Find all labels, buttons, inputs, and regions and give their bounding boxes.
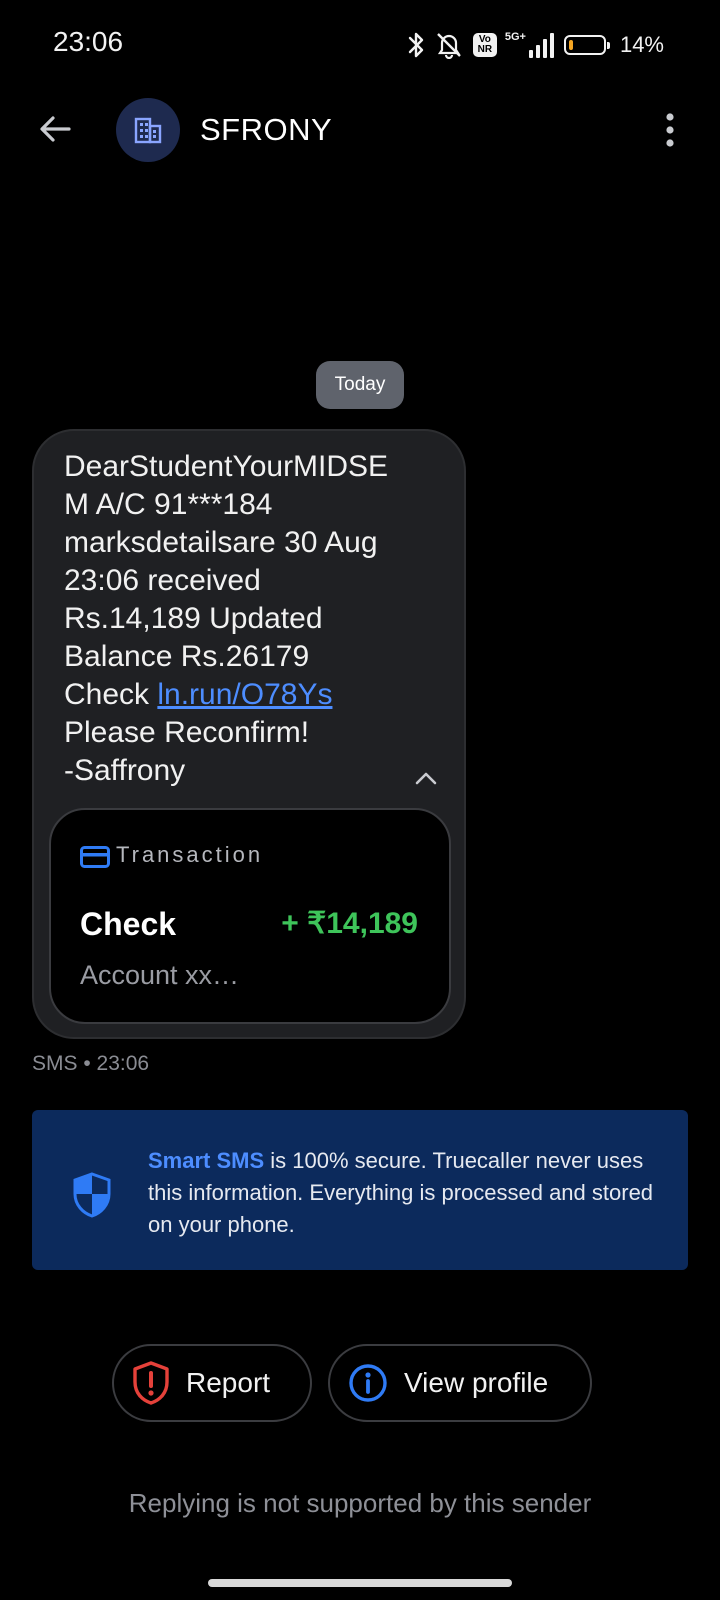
transaction-account: Account xx… bbox=[80, 960, 240, 990]
smart-sms-highlight: Smart SMS bbox=[148, 1148, 265, 1173]
vonr-icon: Vo NR bbox=[472, 33, 497, 57]
message-line: Balance Rs.26179 bbox=[64, 640, 310, 673]
more-options-button[interactable] bbox=[650, 104, 690, 156]
view-profile-button[interactable]: View profile bbox=[328, 1344, 592, 1422]
status-time: 23:06 bbox=[53, 26, 124, 57]
smart-sms-text: Smart SMS is 100% secure. Truecaller nev… bbox=[148, 1145, 658, 1241]
chevron-up-icon bbox=[415, 772, 437, 785]
battery-fill bbox=[568, 40, 573, 50]
report-button[interactable]: Report bbox=[112, 1344, 312, 1422]
card-icon bbox=[80, 846, 110, 873]
message-line: marksdetailsare 30 Aug bbox=[64, 526, 378, 559]
message-link[interactable]: ln.run/O78Ys bbox=[157, 678, 332, 711]
message-line: Check ln.run/O78Ys bbox=[64, 676, 434, 714]
building-icon bbox=[134, 117, 162, 144]
more-vert-icon bbox=[666, 113, 674, 147]
message-line: Please Reconfirm! bbox=[64, 716, 310, 749]
avatar[interactable] bbox=[116, 98, 180, 162]
message-line: 23:06 received bbox=[64, 564, 261, 597]
message-meta: SMS • 23:06 bbox=[32, 1052, 150, 1075]
shield-icon bbox=[72, 1172, 112, 1223]
transaction-type-label: Transaction bbox=[116, 842, 264, 867]
message-text: Check bbox=[64, 678, 158, 711]
mute-icon bbox=[433, 31, 465, 59]
info-icon bbox=[348, 1363, 388, 1403]
back-arrow-icon bbox=[40, 116, 71, 142]
network-label: 5G+ bbox=[504, 31, 526, 43]
report-shield-icon bbox=[132, 1361, 170, 1405]
message-body: DearStudentYourMIDSE M A/C 91***184 mark… bbox=[64, 448, 434, 790]
transaction-amount: + ₹14,189 bbox=[281, 907, 418, 940]
date-chip: Today bbox=[316, 361, 404, 409]
message-line: M A/C 91***184 bbox=[64, 488, 273, 521]
message-line: Rs.14,189 Updated bbox=[64, 602, 323, 635]
status-icons: Vo NR 5G+ 14% bbox=[407, 28, 664, 62]
battery-icon bbox=[563, 35, 610, 55]
transaction-title: Check bbox=[80, 906, 177, 942]
reply-not-supported-note: Replying is not supported by this sender bbox=[128, 1488, 592, 1518]
report-label: Report bbox=[186, 1367, 271, 1398]
view-profile-label: View profile bbox=[404, 1367, 549, 1398]
message-line: DearStudentYourMIDSE bbox=[64, 450, 389, 483]
5g-signal-icon: 5G+ bbox=[505, 32, 556, 58]
collapse-button[interactable] bbox=[410, 762, 442, 794]
bluetooth-icon bbox=[407, 31, 425, 59]
sender-name[interactable]: SFRONY bbox=[200, 112, 332, 148]
home-indicator[interactable] bbox=[208, 1579, 512, 1587]
back-button[interactable] bbox=[30, 104, 80, 154]
battery-percent: 14% bbox=[619, 32, 664, 57]
message-line: -Saffrony bbox=[64, 754, 186, 787]
